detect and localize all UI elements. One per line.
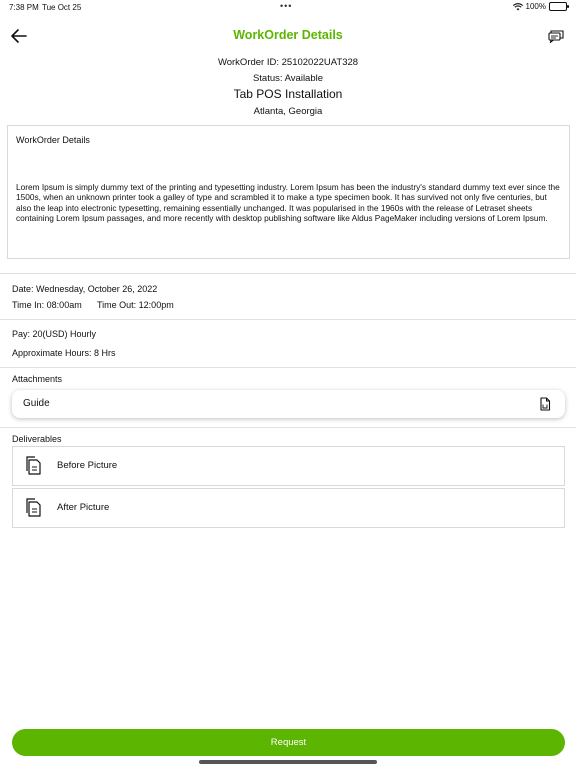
- navigation-bar: WorkOrder Details: [0, 22, 576, 50]
- approximate-hours: Approximate Hours: 8 Hrs: [12, 348, 116, 358]
- deliverable-label: Before Picture: [57, 460, 118, 471]
- divider: [0, 427, 576, 428]
- workorder-id: WorkOrder ID: 25102022UAT328: [217, 57, 359, 68]
- divider: [0, 367, 576, 368]
- divider: [0, 273, 576, 274]
- schedule-date: Date: Wednesday, October 26, 2022: [12, 284, 158, 294]
- deliverables-heading: Deliverables: [12, 434, 62, 444]
- schedule-time-in: Time In: 08:00am: [12, 300, 82, 310]
- document-icon: [26, 456, 41, 475]
- workorder-name: Tab POS Installation: [233, 87, 343, 101]
- battery-icon: [549, 2, 569, 11]
- status-right: 100%: [512, 2, 569, 11]
- description-label: WorkOrder Details: [16, 135, 90, 145]
- multitasking-dots[interactable]: •••: [280, 1, 292, 11]
- status-bar: 7:38 PM Tue Oct 25 ••• 100%: [0, 0, 576, 14]
- attachment-label: Guide: [23, 398, 50, 409]
- divider: [0, 319, 576, 320]
- attachments-heading: Attachments: [12, 374, 63, 384]
- description-box: WorkOrder Details Lorem Ipsum is simply …: [7, 125, 570, 259]
- workorder-status: Status: Available: [252, 73, 324, 84]
- request-button[interactable]: Request: [12, 729, 565, 756]
- pay-rate: Pay: 20(USD) Hourly: [12, 329, 97, 339]
- attachment-guide[interactable]: Guide: [12, 390, 565, 418]
- schedule-time-out: Time Out: 12:00pm: [97, 300, 174, 310]
- description-text: Lorem Ipsum is simply dummy text of the …: [16, 182, 560, 224]
- document-icon: [26, 498, 41, 517]
- deliverable-after-picture[interactable]: After Picture: [12, 488, 565, 528]
- status-date: Tue Oct 25: [42, 3, 82, 12]
- deliverable-before-picture[interactable]: Before Picture: [12, 446, 565, 486]
- file-icon: [540, 397, 551, 411]
- deliverable-label: After Picture: [57, 502, 110, 513]
- chat-icon[interactable]: [548, 29, 564, 43]
- workorder-location: Atlanta, Georgia: [253, 106, 323, 117]
- home-indicator[interactable]: [199, 760, 377, 764]
- status-time: 7:38 PM: [9, 3, 39, 12]
- battery-percent: 100%: [525, 2, 546, 11]
- wifi-icon: [512, 2, 523, 10]
- page-title: WorkOrder Details: [233, 28, 343, 42]
